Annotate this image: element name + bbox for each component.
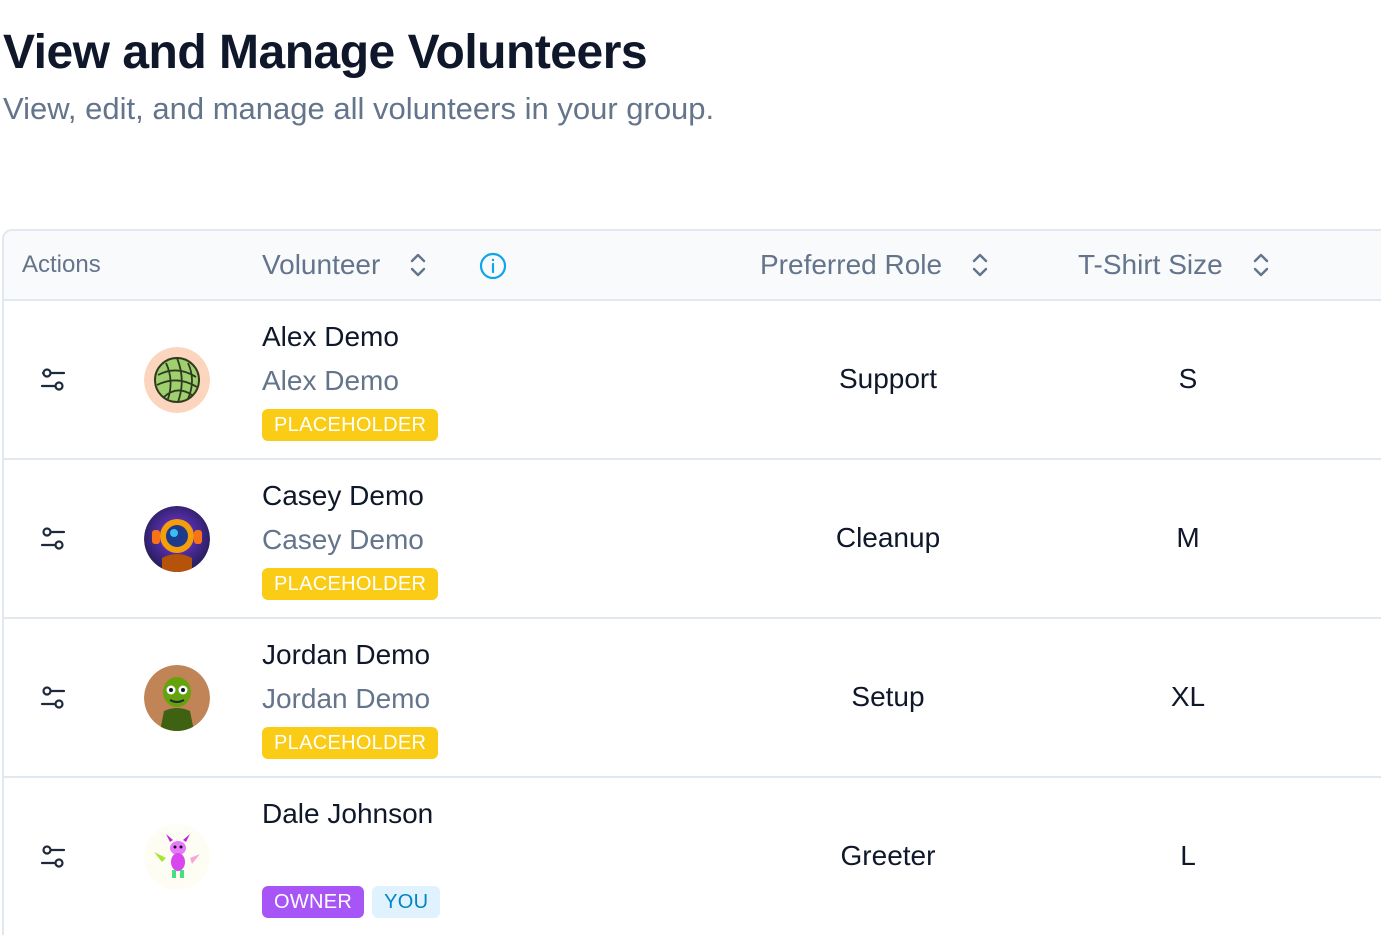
ball-of-yarn-avatar-icon [144, 347, 210, 413]
tshirt-size-cell: L [1180, 840, 1196, 871]
placeholder-badge: PLACEHOLDER [262, 727, 439, 759]
volunteer-name[interactable]: Jordan Demo [262, 637, 430, 673]
settings-sliders-icon[interactable] [38, 842, 68, 872]
placeholder-badge: PLACEHOLDER [262, 568, 439, 600]
settings-sliders-icon[interactable] [38, 524, 68, 554]
zombie-avatar-icon [144, 665, 210, 731]
table-row: Casey Demo Casey Demo PLACEHOLDER Cleanu… [4, 460, 1381, 619]
badge-group: PLACEHOLDER [262, 568, 439, 600]
table-row: Alex Demo Alex Demo PLACEHOLDER Support … [4, 301, 1381, 460]
avatar [144, 506, 210, 572]
page-title: View and Manage Volunteers [3, 26, 648, 79]
robot-avatar-icon [144, 506, 210, 572]
volunteer-name[interactable]: Casey Demo [262, 478, 424, 514]
you-badge: YOU [372, 886, 441, 918]
column-header-tshirt-size[interactable]: T-Shirt Size [1078, 231, 1273, 299]
owner-badge: OWNER [262, 886, 365, 918]
sort-icon[interactable] [406, 249, 430, 281]
volunteers-table: Actions Volunteer Preferred Role T-Shirt… [2, 229, 1381, 935]
badge-group: PLACEHOLDER [262, 727, 439, 759]
badge-group: OWNER YOU [262, 886, 441, 918]
preferred-role-cell: Greeter [840, 840, 936, 871]
column-header-volunteer-label: Volunteer [262, 249, 381, 280]
tshirt-size-cell: S [1178, 363, 1198, 394]
placeholder-badge: PLACEHOLDER [262, 409, 439, 441]
volunteer-display-name: Alex Demo [262, 365, 399, 396]
preferred-role-cell: Cleanup [835, 522, 941, 553]
column-header-actions-label: Actions [22, 251, 101, 278]
volunteers-page: View and Manage Volunteers View, edit, a… [0, 0, 1381, 935]
info-icon[interactable] [478, 251, 508, 281]
tshirt-size-cell: XL [1170, 681, 1206, 712]
table-row: Jordan Demo Jordan Demo PLACEHOLDER Setu… [4, 619, 1381, 778]
preferred-role-cell: Setup [851, 681, 925, 712]
column-header-tshirt-size-label: T-Shirt Size [1078, 249, 1223, 280]
badge-group: PLACEHOLDER [262, 409, 439, 441]
column-header-actions: Actions [22, 231, 101, 299]
page-subtitle: View, edit, and manage all volunteers in… [3, 91, 715, 126]
avatar [144, 665, 210, 731]
settings-sliders-icon[interactable] [38, 365, 68, 395]
sort-icon[interactable] [1249, 249, 1273, 281]
volunteer-name[interactable]: Dale Johnson [262, 796, 433, 832]
table-row: Dale Johnson OWNER YOU Greeter L [4, 778, 1381, 935]
column-header-preferred-role-label: Preferred Role [760, 249, 943, 280]
column-header-preferred-role[interactable]: Preferred Role [760, 231, 992, 299]
column-header-volunteer[interactable]: Volunteer [262, 231, 430, 299]
dragon-avatar-icon [144, 824, 210, 890]
tshirt-size-cell: M [1176, 522, 1200, 553]
settings-sliders-icon[interactable] [38, 683, 68, 713]
table-header: Actions Volunteer Preferred Role T-Shirt… [4, 231, 1381, 301]
preferred-role-cell: Support [838, 363, 938, 394]
volunteer-display-name: Casey Demo [262, 524, 424, 555]
volunteer-name[interactable]: Alex Demo [262, 319, 399, 355]
sort-icon[interactable] [968, 249, 992, 281]
avatar [144, 347, 210, 413]
volunteer-display-name: Jordan Demo [262, 683, 431, 714]
avatar [144, 824, 210, 890]
